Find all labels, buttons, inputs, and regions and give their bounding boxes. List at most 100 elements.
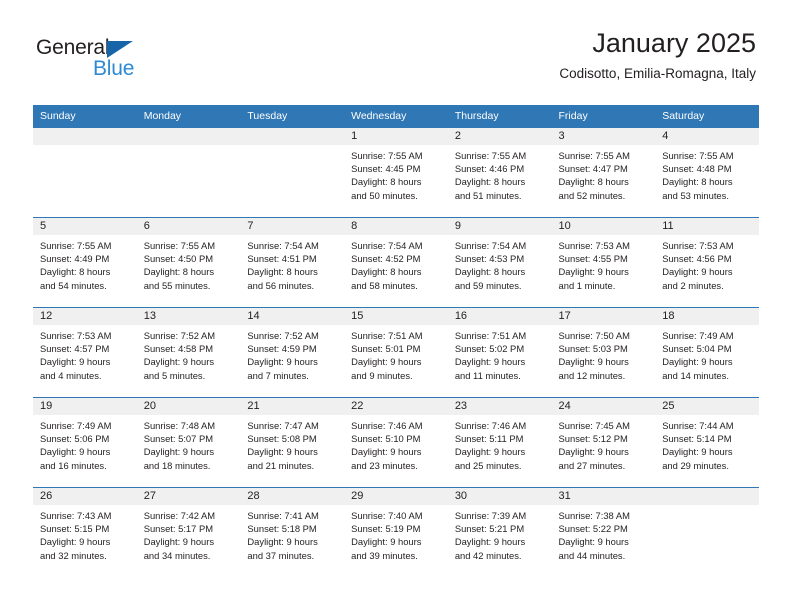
day-cell[interactable]: 4 Sunrise: 7:55 AM Sunset: 4:48 PM Daylight… (655, 127, 759, 218)
day-cell[interactable]: 21 Sunrise: 7:47 AM Sunset: 5:08 PM Dayligh… (240, 397, 345, 488)
day-number: 7 (240, 218, 345, 235)
day-cell[interactable]: 31 Sunrise: 7:38 AM Sunset: 5:22 PM Dayligh… (551, 487, 656, 577)
day-cell[interactable]: 18 Sunrise: 7:49 AM Sunset: 5:04 PM Dayligh… (655, 307, 759, 398)
day-cell[interactable]: 17 Sunrise: 7:50 AM Sunset: 5:03 PM Dayligh… (551, 307, 656, 398)
day-cell[interactable]: 25 Sunrise: 7:44 AM Sunset: 5:14 PM Dayligh… (655, 397, 759, 488)
daylight-text-line2: and 42 minutes. (454, 549, 522, 561)
day-cell[interactable]: 29 Sunrise: 7:40 AM Sunset: 5:19 PM Dayligh… (344, 487, 448, 577)
day-cell-details: Sunrise: 7:48 AM Sunset: 5:07 PM Daylight:… (137, 415, 241, 472)
day-number: 26 (33, 488, 137, 505)
general-blue-logo[interactable]: General Blue (36, 36, 216, 82)
sunrise-text: Sunrise: 7:41 AM (247, 510, 319, 521)
day-cell[interactable]: 30 Sunrise: 7:39 AM Sunset: 5:21 PM Dayligh… (447, 487, 552, 577)
day-cell[interactable]: 23 Sunrise: 7:46 AM Sunset: 5:11 PM Dayligh… (447, 397, 552, 488)
daylight-text-line2: and 4 minutes. (40, 369, 102, 381)
day-number: 29 (344, 488, 448, 505)
day-cell[interactable]: 27 Sunrise: 7:42 AM Sunset: 5:17 PM Dayligh… (136, 487, 241, 577)
day-cell-inner: 9 Sunrise: 7:54 AM Sunset: 4:53 PM Daylight… (447, 218, 552, 307)
day-cell[interactable]: 5 Sunrise: 7:55 AM Sunset: 4:49 PM Daylight… (33, 217, 137, 308)
sunset-text: Sunset: 5:17 PM (143, 523, 214, 535)
day-cell[interactable]: 15 Sunrise: 7:51 AM Sunset: 5:01 PM Dayligh… (344, 307, 448, 398)
day-cell[interactable]: 8 Sunrise: 7:54 AM Sunset: 4:52 PM Daylight… (344, 217, 448, 308)
daylight-text-line1: Daylight: 9 hours (351, 446, 422, 458)
day-cell[interactable]: 13 Sunrise: 7:52 AM Sunset: 4:58 PM Dayligh… (136, 307, 241, 398)
daylight-text-line1: Daylight: 8 hours (662, 176, 733, 188)
day-cell-inner: 3 Sunrise: 7:55 AM Sunset: 4:47 PM Daylight… (551, 128, 656, 217)
daylight-text-line1: Daylight: 9 hours (247, 446, 318, 458)
daylight-text-line1: Daylight: 9 hours (40, 356, 111, 368)
day-cell-inner: 10 Sunrise: 7:53 AM Sunset: 4:55 PM Dayligh… (551, 218, 656, 307)
day-cell-details (137, 145, 241, 149)
daylight-text-line1: Daylight: 8 hours (351, 266, 422, 278)
day-number: 15 (344, 308, 448, 325)
sunset-text: Sunset: 4:56 PM (662, 253, 732, 265)
day-cell-details: Sunrise: 7:54 AM Sunset: 4:53 PM Daylight:… (448, 235, 552, 292)
daylight-text-line2: and 25 minutes. (454, 459, 522, 471)
daylight-text-line2: and 54 minutes. (40, 279, 107, 291)
daylight-text-line2: and 16 minutes. (40, 459, 107, 471)
day-cell[interactable]: 10 Sunrise: 7:53 AM Sunset: 4:55 PM Dayligh… (551, 217, 656, 308)
day-cell-empty (136, 127, 241, 218)
sunset-text: Sunset: 4:49 PM (40, 253, 110, 265)
day-cell-details: Sunrise: 7:49 AM Sunset: 5:06 PM Daylight:… (33, 415, 137, 472)
day-cell-inner (655, 488, 759, 577)
daylight-text-line2: and 18 minutes. (143, 459, 211, 471)
day-number: 2 (447, 128, 552, 145)
sunset-text: Sunset: 5:07 PM (143, 433, 214, 445)
daylight-text-line2: and 5 minutes. (143, 369, 206, 381)
daylight-text-line2: and 9 minutes. (351, 369, 413, 381)
sunset-text: Sunset: 4:57 PM (40, 343, 110, 355)
sunrise-text: Sunrise: 7:55 AM (454, 150, 527, 161)
sunrise-text: Sunrise: 7:54 AM (247, 240, 319, 251)
day-cell[interactable]: 26 Sunrise: 7:43 AM Sunset: 5:15 PM Dayligh… (33, 487, 137, 577)
sunrise-text: Sunrise: 7:39 AM (454, 510, 527, 521)
page-header: General Blue January 2025 Codisotto, Emi… (0, 0, 792, 96)
day-cell[interactable]: 2 Sunrise: 7:55 AM Sunset: 4:46 PM Daylight… (447, 127, 552, 218)
day-number: 28 (240, 488, 345, 505)
daylight-text-line1: Daylight: 8 hours (247, 266, 318, 278)
weekday-header-thursday: Thursday (447, 105, 552, 128)
day-cell[interactable]: 24 Sunrise: 7:45 AM Sunset: 5:12 PM Dayligh… (551, 397, 656, 488)
sunset-text: Sunset: 4:55 PM (558, 253, 628, 265)
day-cell[interactable]: 16 Sunrise: 7:51 AM Sunset: 5:02 PM Dayligh… (447, 307, 552, 398)
day-cell[interactable]: 19 Sunrise: 7:49 AM Sunset: 5:06 PM Dayligh… (33, 397, 137, 488)
day-cell-inner: 15 Sunrise: 7:51 AM Sunset: 5:01 PM Dayligh… (344, 308, 448, 397)
sunrise-text: Sunrise: 7:38 AM (558, 510, 630, 521)
day-cell[interactable]: 6 Sunrise: 7:55 AM Sunset: 4:50 PM Daylight… (136, 217, 241, 308)
daylight-text-line2: and 2 minutes. (662, 279, 724, 291)
day-cell[interactable]: 12 Sunrise: 7:53 AM Sunset: 4:57 PM Dayligh… (33, 307, 137, 398)
day-cell-details: Sunrise: 7:52 AM Sunset: 4:58 PM Daylight:… (137, 325, 241, 382)
day-cell[interactable]: 9 Sunrise: 7:54 AM Sunset: 4:53 PM Daylight… (447, 217, 552, 308)
day-number: 18 (655, 308, 759, 325)
sunrise-text: Sunrise: 7:54 AM (454, 240, 527, 251)
day-cell-details: Sunrise: 7:46 AM Sunset: 5:11 PM Daylight:… (448, 415, 552, 472)
sunrise-text: Sunrise: 7:47 AM (247, 420, 319, 431)
day-number: 9 (447, 218, 552, 235)
daylight-text-line1: Daylight: 9 hours (558, 356, 629, 368)
day-cell[interactable]: 20 Sunrise: 7:48 AM Sunset: 5:07 PM Dayligh… (136, 397, 241, 488)
daylight-text-line1: Daylight: 9 hours (351, 536, 422, 548)
day-cell[interactable]: 28 Sunrise: 7:41 AM Sunset: 5:18 PM Dayligh… (240, 487, 345, 577)
sunset-text: Sunset: 4:53 PM (454, 253, 525, 265)
daylight-text-line1: Daylight: 8 hours (558, 176, 629, 188)
day-cell[interactable]: 7 Sunrise: 7:54 AM Sunset: 4:51 PM Daylight… (240, 217, 345, 308)
day-cell[interactable]: 1 Sunrise: 7:55 AM Sunset: 4:45 PM Daylight… (344, 127, 448, 218)
day-number: 23 (447, 398, 552, 415)
day-cell[interactable]: 3 Sunrise: 7:55 AM Sunset: 4:47 PM Daylight… (551, 127, 656, 218)
day-cell[interactable]: 22 Sunrise: 7:46 AM Sunset: 5:10 PM Dayligh… (344, 397, 448, 488)
day-cell-details: Sunrise: 7:53 AM Sunset: 4:57 PM Daylight:… (33, 325, 137, 382)
sunrise-text: Sunrise: 7:55 AM (558, 150, 630, 161)
day-cell-inner (136, 128, 241, 217)
day-cell-inner: 2 Sunrise: 7:55 AM Sunset: 4:46 PM Daylight… (447, 128, 552, 217)
day-cell[interactable]: 11 Sunrise: 7:53 AM Sunset: 4:56 PM Dayligh… (655, 217, 759, 308)
day-cell-details: Sunrise: 7:39 AM Sunset: 5:21 PM Daylight:… (448, 505, 552, 562)
week-row: 26 Sunrise: 7:43 AM Sunset: 5:15 PM Dayligh… (33, 487, 759, 577)
day-number: 21 (240, 398, 345, 415)
weekday-header-wednesday: Wednesday (344, 105, 448, 128)
daylight-text-line1: Daylight: 9 hours (143, 356, 215, 368)
day-cell-details: Sunrise: 7:46 AM Sunset: 5:10 PM Daylight:… (344, 415, 448, 472)
day-cell[interactable]: 14 Sunrise: 7:52 AM Sunset: 4:59 PM Dayligh… (240, 307, 345, 398)
day-cell-details: Sunrise: 7:51 AM Sunset: 5:01 PM Daylight:… (344, 325, 448, 382)
daylight-text-line2: and 32 minutes. (40, 549, 107, 561)
weekday-header-tuesday: Tuesday (240, 105, 345, 128)
